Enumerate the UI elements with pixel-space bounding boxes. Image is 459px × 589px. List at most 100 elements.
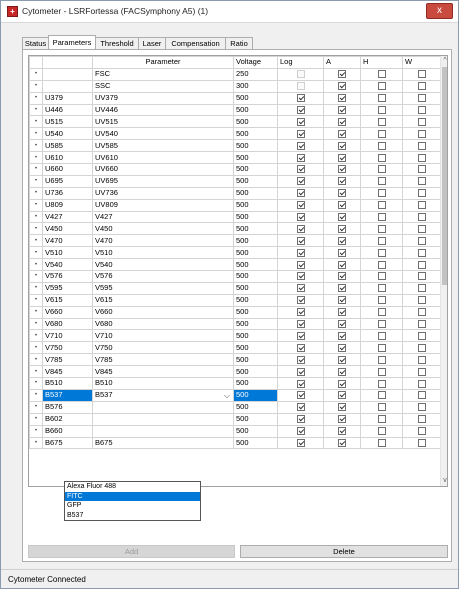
cell-name[interactable]: U540 bbox=[42, 127, 93, 141]
table-row[interactable]: • B602 500 bbox=[29, 412, 441, 426]
cell-name[interactable]: V750 bbox=[42, 341, 93, 355]
table-row[interactable]: • U446 UV446 500 bbox=[29, 103, 441, 117]
table-row[interactable]: • B510 B510 500 bbox=[29, 377, 441, 390]
cell-name[interactable]: V680 bbox=[42, 317, 93, 331]
log-checkbox[interactable] bbox=[296, 213, 305, 222]
cell-name[interactable]: V427 bbox=[42, 210, 93, 224]
table-row[interactable]: • V510 V510 500 bbox=[29, 246, 441, 260]
row-header[interactable]: • bbox=[29, 234, 43, 248]
cell-parameter[interactable]: V785 bbox=[92, 353, 234, 367]
cell-name[interactable]: U379 bbox=[42, 91, 93, 105]
cell-voltage[interactable]: 500 bbox=[233, 317, 278, 331]
cell-voltage[interactable]: 500 bbox=[233, 174, 278, 188]
width-checkbox[interactable] bbox=[417, 343, 426, 352]
row-header[interactable]: • bbox=[29, 365, 43, 379]
delete-button[interactable]: Delete bbox=[240, 545, 448, 558]
tab-status[interactable]: Status bbox=[22, 37, 49, 49]
width-checkbox[interactable] bbox=[417, 82, 426, 91]
cell-voltage[interactable]: 500 bbox=[233, 388, 278, 402]
cell-name[interactable]: V710 bbox=[42, 329, 93, 343]
height-checkbox[interactable] bbox=[377, 224, 386, 233]
width-checkbox[interactable] bbox=[417, 165, 426, 174]
height-checkbox[interactable] bbox=[377, 177, 386, 186]
row-header[interactable]: • bbox=[29, 79, 43, 93]
column-header-w[interactable]: W bbox=[402, 56, 441, 69]
width-checkbox[interactable] bbox=[417, 391, 426, 400]
column-header-log[interactable]: Log bbox=[277, 56, 324, 69]
row-header[interactable]: • bbox=[29, 341, 43, 355]
area-checkbox[interactable] bbox=[338, 213, 346, 222]
height-checkbox[interactable] bbox=[377, 272, 386, 281]
cell-voltage[interactable]: 500 bbox=[233, 305, 278, 319]
area-checkbox[interactable] bbox=[338, 82, 346, 91]
cell-voltage[interactable]: 500 bbox=[233, 353, 278, 367]
cell-name[interactable]: V660 bbox=[42, 305, 93, 319]
width-checkbox[interactable] bbox=[417, 355, 426, 364]
log-checkbox[interactable] bbox=[296, 177, 305, 186]
table-row[interactable]: • V680 V680 500 bbox=[29, 317, 441, 331]
width-checkbox[interactable] bbox=[417, 438, 426, 447]
width-checkbox[interactable] bbox=[417, 129, 426, 138]
area-checkbox[interactable] bbox=[338, 153, 346, 162]
height-checkbox[interactable] bbox=[377, 248, 386, 257]
cell-parameter[interactable]: B510 bbox=[92, 377, 234, 390]
cell-voltage[interactable]: 300 bbox=[233, 79, 278, 93]
cell-voltage[interactable]: 500 bbox=[233, 139, 278, 153]
area-checkbox[interactable] bbox=[338, 438, 346, 447]
area-checkbox[interactable] bbox=[338, 355, 346, 364]
width-checkbox[interactable] bbox=[417, 153, 426, 162]
cell-name[interactable]: B576 bbox=[42, 400, 93, 414]
cell-voltage[interactable]: 500 bbox=[233, 210, 278, 224]
log-checkbox[interactable] bbox=[296, 284, 305, 293]
cell-name[interactable]: V785 bbox=[42, 353, 93, 367]
height-checkbox[interactable] bbox=[377, 367, 386, 376]
column-header-name[interactable] bbox=[42, 56, 93, 69]
height-checkbox[interactable] bbox=[377, 438, 386, 447]
cell-parameter[interactable]: UV585 bbox=[92, 139, 234, 153]
area-checkbox[interactable] bbox=[338, 165, 346, 174]
area-checkbox[interactable] bbox=[338, 106, 346, 115]
cell-parameter[interactable]: V660 bbox=[92, 305, 234, 319]
cell-parameter[interactable] bbox=[92, 412, 234, 426]
width-checkbox[interactable] bbox=[417, 427, 426, 436]
row-header[interactable]: • bbox=[29, 305, 43, 319]
row-header[interactable]: • bbox=[29, 436, 43, 450]
tab-parameters[interactable]: Parameters bbox=[48, 35, 96, 49]
table-row[interactable]: • V576 V576 500 bbox=[29, 270, 441, 283]
area-checkbox[interactable] bbox=[338, 403, 346, 412]
log-checkbox[interactable] bbox=[296, 117, 305, 126]
dropdown-option[interactable]: GFP bbox=[65, 501, 200, 511]
area-checkbox[interactable] bbox=[338, 331, 346, 340]
row-header[interactable]: • bbox=[29, 329, 43, 343]
width-checkbox[interactable] bbox=[417, 296, 426, 305]
log-checkbox[interactable] bbox=[296, 153, 305, 162]
height-checkbox[interactable] bbox=[377, 70, 386, 79]
cell-name[interactable]: U585 bbox=[42, 139, 93, 153]
height-checkbox[interactable] bbox=[377, 141, 386, 150]
area-checkbox[interactable] bbox=[338, 427, 346, 436]
tab-threshold[interactable]: Threshold bbox=[95, 37, 139, 49]
row-header[interactable]: • bbox=[29, 270, 43, 283]
cell-name[interactable] bbox=[42, 67, 93, 81]
height-checkbox[interactable] bbox=[377, 355, 386, 364]
parameter-dropdown-list[interactable]: Alexa Fluor 488 FITC GFP B537 bbox=[64, 481, 201, 521]
width-checkbox[interactable] bbox=[417, 141, 426, 150]
log-checkbox[interactable] bbox=[296, 201, 305, 210]
row-header[interactable]: • bbox=[29, 258, 43, 272]
height-checkbox[interactable] bbox=[377, 94, 386, 103]
row-header[interactable]: • bbox=[29, 412, 43, 426]
log-checkbox[interactable] bbox=[296, 343, 305, 352]
grid-vertical-scrollbar[interactable]: ^ v bbox=[440, 56, 447, 486]
cell-parameter[interactable]: UV660 bbox=[92, 163, 234, 176]
cell-voltage[interactable]: 500 bbox=[233, 163, 278, 176]
table-row[interactable]: • V540 V540 500 bbox=[29, 258, 441, 272]
cell-name[interactable] bbox=[42, 79, 93, 93]
height-checkbox[interactable] bbox=[377, 296, 386, 305]
row-header[interactable]: • bbox=[29, 281, 43, 295]
cell-name[interactable]: B602 bbox=[42, 412, 93, 426]
log-checkbox[interactable] bbox=[296, 224, 305, 233]
row-header[interactable]: • bbox=[29, 424, 43, 438]
width-checkbox[interactable] bbox=[417, 403, 426, 412]
area-checkbox[interactable] bbox=[338, 296, 346, 305]
column-header-voltage[interactable]: Voltage bbox=[233, 56, 278, 69]
